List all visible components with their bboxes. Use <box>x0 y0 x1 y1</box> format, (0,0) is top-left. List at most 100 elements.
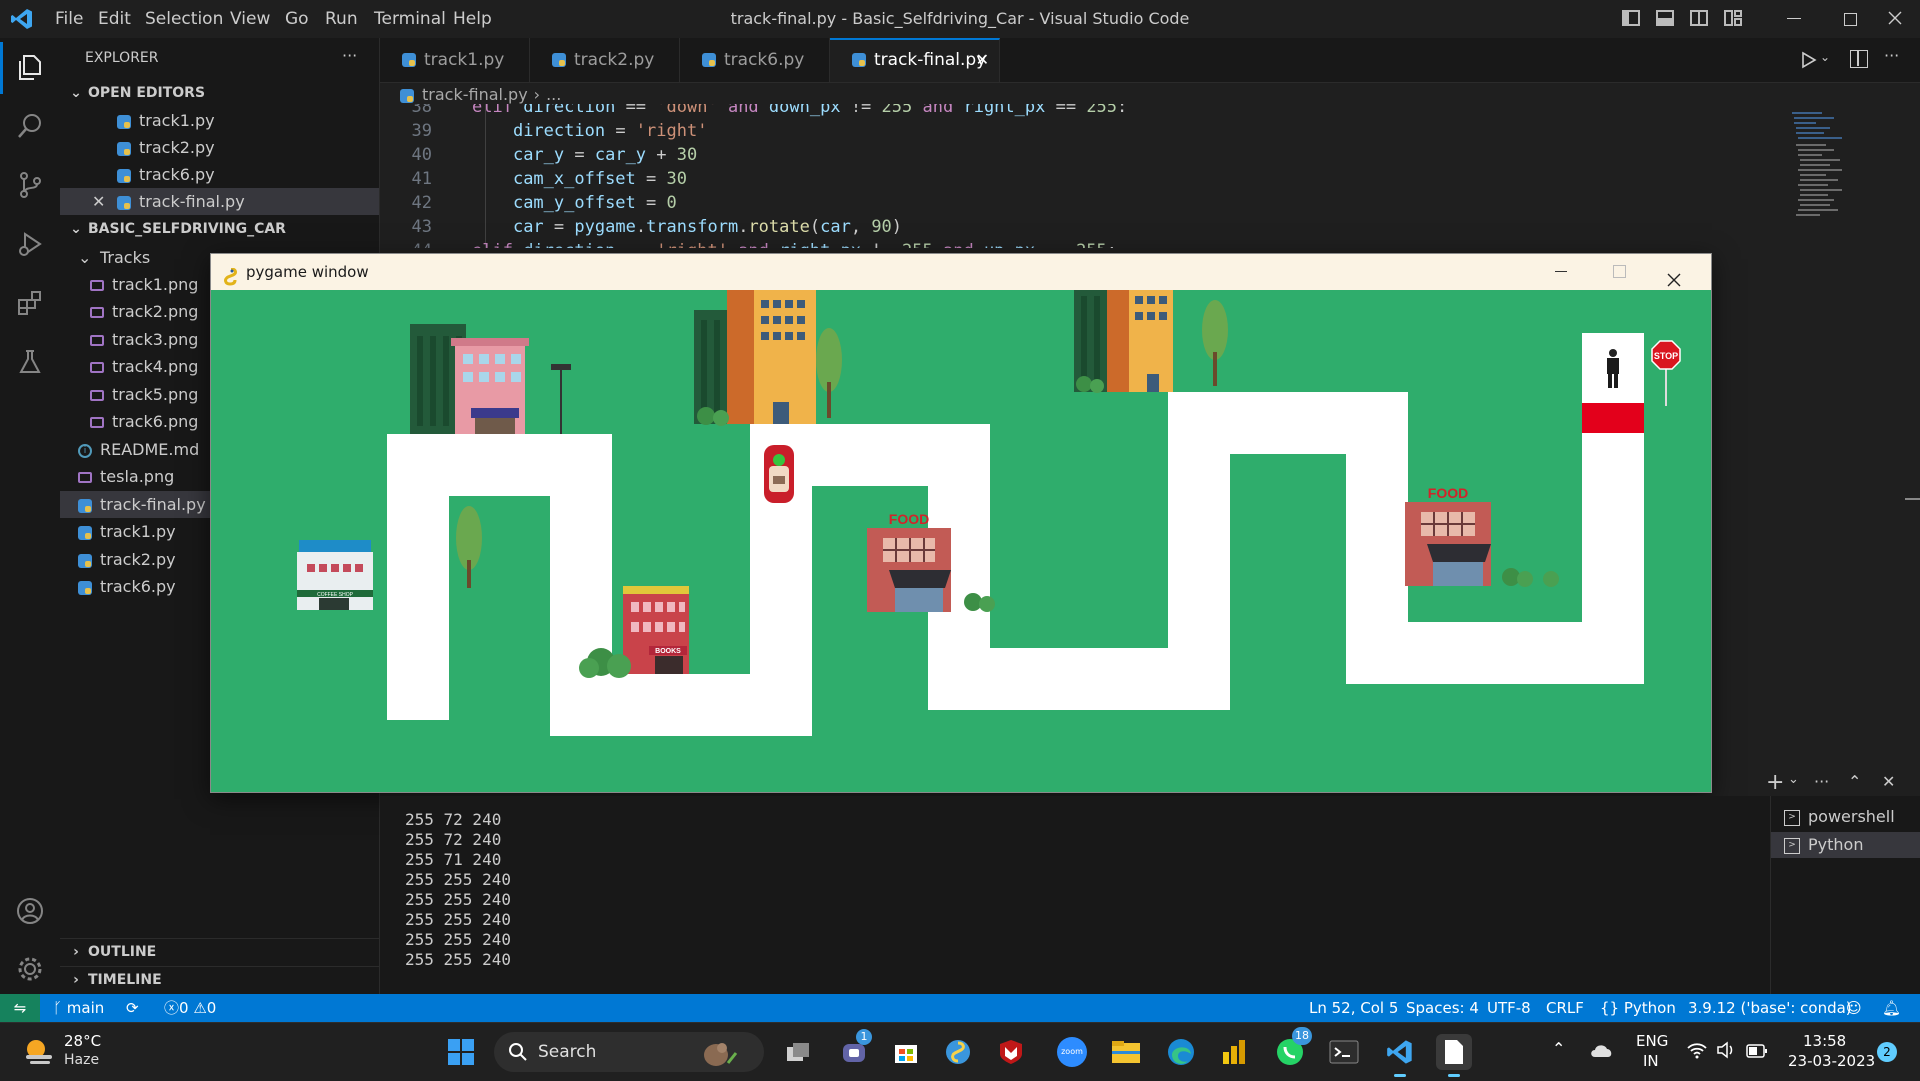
pygame-title-bar[interactable]: pygame window <box>211 254 1711 290</box>
open-editor-item-active[interactable]: ✕ track-final.py <box>60 188 379 215</box>
close-editor-icon[interactable]: ✕ <box>92 188 117 215</box>
split-editor-icon[interactable] <box>1850 50 1868 68</box>
testing-icon[interactable] <box>0 333 60 391</box>
breadcrumb-file[interactable]: track-final.py <box>422 85 528 104</box>
open-editor-item[interactable]: track6.py <box>60 161 379 188</box>
terminal-app-icon[interactable] <box>1326 1034 1362 1070</box>
encoding[interactable]: UTF-8 <box>1487 994 1531 1022</box>
menu-terminal[interactable]: Terminal <box>374 0 446 38</box>
customize-layout-icon[interactable] <box>1724 10 1742 26</box>
problems-indicator[interactable]: ⓧ0 ⚠0 <box>164 994 216 1022</box>
language-indicator-bottom[interactable]: IN <box>1643 1052 1659 1070</box>
taskbar-search-box[interactable]: Search <box>494 1032 764 1072</box>
accounts-icon[interactable] <box>0 882 60 940</box>
language-indicator-top[interactable]: ENG <box>1636 1032 1668 1050</box>
notification-count-badge[interactable]: 2 <box>1877 1042 1897 1062</box>
tab-track6[interactable]: track6.py <box>680 38 830 82</box>
toggle-secondary-sidebar-icon[interactable] <box>1690 10 1708 26</box>
finish-line <box>1582 403 1644 433</box>
outline-header[interactable]: › OUTLINE <box>60 938 379 966</box>
info-file-icon: i <box>78 443 92 458</box>
project-folder-header[interactable]: ⌄ BASIC_SELFDRIVING_CAR <box>60 216 379 243</box>
branch-indicator[interactable]: ᚴ main <box>53 994 104 1022</box>
clock-time[interactable]: 13:58 <box>1803 1032 1846 1050</box>
cursor-position[interactable]: Ln 52, Col 5 <box>1309 994 1398 1022</box>
more-actions-icon[interactable]: ··· <box>342 46 357 65</box>
show-hidden-icons-chevron-icon[interactable]: ⌃ <box>1552 1039 1565 1058</box>
microsoft-store-icon[interactable] <box>888 1034 924 1070</box>
tab-track-final[interactable]: track-final.py ✕ <box>830 38 1000 82</box>
close-panel-icon[interactable]: ✕ <box>1882 772 1895 791</box>
wifi-icon[interactable] <box>1686 1041 1708 1059</box>
task-view-icon[interactable] <box>780 1034 816 1070</box>
breadcrumb-rest[interactable]: ... <box>546 85 561 104</box>
terminal-more-icon[interactable]: ··· <box>1814 772 1829 791</box>
notifications-bell-icon[interactable]: 🔔︎ <box>1882 994 1901 1022</box>
tab-track1[interactable]: track1.py <box>380 38 530 82</box>
pygame-close-icon[interactable] <box>1667 264 1681 287</box>
end-of-line[interactable]: CRLF <box>1546 994 1584 1022</box>
menu-run[interactable]: Run <box>325 0 358 38</box>
python-idle-icon[interactable] <box>940 1034 976 1070</box>
volume-icon[interactable] <box>1716 1040 1736 1060</box>
extensions-icon[interactable] <box>0 274 60 332</box>
new-terminal-icon[interactable]: + <box>1766 770 1784 795</box>
menu-selection[interactable]: Selection <box>145 0 223 38</box>
maximize-panel-icon[interactable]: ⌃ <box>1848 772 1861 791</box>
open-editor-item[interactable]: track2.py <box>60 134 379 161</box>
minimize-icon[interactable] <box>1770 0 1818 38</box>
menu-help[interactable]: Help <box>453 0 492 38</box>
mcafee-icon[interactable] <box>993 1034 1029 1070</box>
code-editor[interactable]: 38 39 40 41 42 43 44 elif direction == '… <box>380 104 1780 248</box>
python-file-icon <box>852 53 866 67</box>
explorer-icon[interactable] <box>0 38 60 96</box>
sync-icon[interactable]: ⟳ <box>126 994 139 1022</box>
clock-date[interactable]: 23-03-2023 <box>1788 1052 1875 1070</box>
toggle-panel-icon[interactable] <box>1656 10 1674 26</box>
language-mode[interactable]: {} Python <box>1600 994 1676 1022</box>
pygame-minimize-icon[interactable] <box>1555 271 1567 272</box>
remote-indicator-icon[interactable]: ⇋ <box>0 994 40 1022</box>
source-control-icon[interactable] <box>0 156 60 214</box>
run-dropdown-icon[interactable]: ⌄ <box>1820 50 1830 64</box>
weather-sun-icon[interactable] <box>22 1035 56 1069</box>
open-editors-header[interactable]: ⌄ OPEN EDITORS <box>60 80 379 107</box>
vscode-taskbar-icon[interactable] <box>1382 1034 1418 1070</box>
close-tab-icon[interactable]: ✕ <box>976 40 989 80</box>
scrollbar-thumb[interactable] <box>1905 498 1920 500</box>
menu-view[interactable]: View <box>230 0 270 38</box>
tab-track2[interactable]: track2.py <box>530 38 680 82</box>
menu-go[interactable]: Go <box>285 0 309 38</box>
onedrive-cloud-icon[interactable] <box>1590 1041 1614 1059</box>
file-explorer-icon[interactable] <box>1108 1034 1144 1070</box>
run-debug-icon[interactable] <box>0 215 60 273</box>
power-bi-icon[interactable] <box>1216 1034 1252 1070</box>
zoom-app-icon[interactable]: zoom <box>1054 1034 1090 1070</box>
terminal-panel[interactable]: 255 72 240 255 72 240 255 71 240 255 255… <box>380 796 1770 994</box>
manage-gear-icon[interactable] <box>0 940 60 998</box>
toggle-primary-sidebar-icon[interactable] <box>1622 10 1640 26</box>
menu-edit[interactable]: Edit <box>98 0 131 38</box>
terminal-session-powershell[interactable]: > powershell <box>1771 804 1920 830</box>
close-window-icon[interactable] <box>1870 0 1920 38</box>
timeline-header[interactable]: › TIMELINE <box>60 966 379 994</box>
feedback-icon[interactable]: ☺ <box>1846 994 1862 1022</box>
pygame-window[interactable]: pygame window STOP COFFEE SHOP BOOKS FOO… <box>210 253 1712 793</box>
terminal-session-python[interactable]: > Python <box>1771 832 1920 858</box>
battery-icon[interactable] <box>1746 1043 1768 1058</box>
windows-start-icon[interactable] <box>443 1034 479 1070</box>
pygame-maximize-icon[interactable] <box>1613 265 1626 278</box>
search-icon[interactable] <box>0 97 60 155</box>
edge-browser-icon[interactable] <box>1163 1034 1199 1070</box>
python-interpreter[interactable]: 3.9.12 ('base': conda) <box>1688 994 1852 1022</box>
notepad-icon[interactable] <box>1436 1034 1472 1070</box>
game-canvas[interactable]: STOP COFFEE SHOP BOOKS FOOD FOOD <box>211 290 1711 792</box>
editor-more-icon[interactable]: ··· <box>1884 46 1899 65</box>
restore-icon[interactable] <box>1826 0 1874 38</box>
menu-file[interactable]: File <box>55 0 83 38</box>
minimap[interactable] <box>1790 108 1850 228</box>
terminal-dropdown-icon[interactable]: ⌄ <box>1788 772 1799 787</box>
open-editor-item[interactable]: track1.py <box>60 107 379 134</box>
indentation[interactable]: Spaces: 4 <box>1406 994 1479 1022</box>
run-python-file-icon[interactable] <box>1798 50 1818 70</box>
